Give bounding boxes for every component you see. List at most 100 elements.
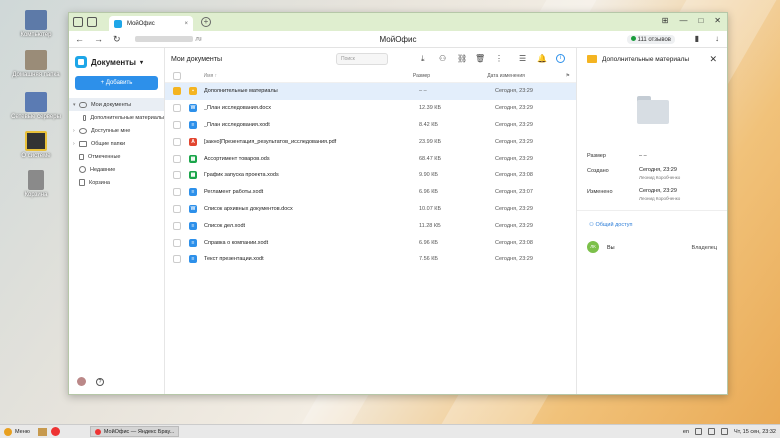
sidebar-item-starred[interactable]: Отмеченные: [69, 150, 164, 163]
desktop-icon-home[interactable]: Домашняя папка: [8, 50, 64, 78]
tab-close-icon[interactable]: ×: [184, 21, 188, 27]
ods-file-icon: ▦: [189, 154, 197, 163]
table-row[interactable]: W Список архивных документов.docx 10.07 КБ…: [165, 201, 576, 218]
panel-title: Дополнительные материалы: [602, 55, 690, 63]
delete-icon[interactable]: 🗑: [475, 54, 485, 63]
table-row[interactable]: ▦ Ассортимент товаров.ods 68.47 КБ Сегодня,…: [165, 150, 576, 167]
files-icon[interactable]: [37, 427, 47, 436]
taskbar-task-browser[interactable]: МойОфис — Яндекс Брау...: [89, 426, 180, 437]
size-label: Размер: [587, 153, 606, 159]
table-row[interactable]: ▪ Дополнительные материалы – – Сегодня, 23:…: [165, 83, 576, 100]
info-icon[interactable]: i: [556, 54, 565, 63]
minimize-button[interactable]: —: [679, 16, 687, 25]
clock-icon: [79, 166, 86, 173]
desktop-icon-about[interactable]: О системе: [8, 131, 64, 159]
share-users-icon[interactable]: ⚇: [439, 54, 446, 63]
reviews-badge[interactable]: 111 отзывов: [626, 35, 675, 44]
notifications-icon[interactable]: 🔔: [537, 54, 547, 63]
more-icon[interactable]: ⋮: [495, 54, 503, 63]
row-checkbox[interactable]: [173, 154, 181, 163]
network-icon[interactable]: [695, 428, 703, 435]
table-row[interactable]: ≡ Текст презентации.xodt 7.56 КБ Сегодня, 2…: [165, 251, 576, 268]
column-date[interactable]: Дата изменения: [487, 73, 565, 79]
docx-file-icon: W: [189, 204, 197, 213]
table-row[interactable]: A [закно]Презентация_результатов_исследов…: [165, 133, 576, 150]
sidebar-item-common-folders[interactable]: › Общие папки: [69, 137, 164, 150]
myoffice-favicon-icon: [114, 19, 122, 28]
bookmark-button[interactable]: ▮: [695, 34, 699, 43]
back-button[interactable]: ←: [75, 34, 84, 44]
app-switcher[interactable]: Документы ▾: [69, 48, 164, 72]
desktop-icon-computer[interactable]: Компьютер: [8, 10, 64, 38]
sidebar-item-extra-materials[interactable]: Дополнительные материалы: [69, 111, 164, 124]
xodt-file-icon: ≡: [189, 238, 197, 247]
row-checkbox[interactable]: [173, 238, 181, 247]
list-view-icon[interactable]: ☰: [519, 54, 526, 63]
row-checkbox[interactable]: [173, 137, 181, 146]
keyboard-layout[interactable]: en: [683, 429, 689, 435]
column-size[interactable]: Размер: [413, 73, 487, 79]
file-name: Список архивных документов.docx: [204, 205, 293, 212]
table-row[interactable]: W _План исследования.docx 12.39 КБ Сегодня,…: [165, 100, 576, 117]
reload-button[interactable]: ↻: [113, 34, 121, 45]
pin-icon[interactable]: ⊞: [662, 16, 669, 25]
maximize-button[interactable]: □: [698, 16, 703, 25]
row-checkbox[interactable]: [173, 221, 181, 230]
column-name[interactable]: Имя ↑: [204, 73, 413, 79]
folder-preview-icon: [637, 96, 669, 124]
volume-icon[interactable]: [708, 428, 716, 435]
close-panel-button[interactable]: ✕: [709, 54, 717, 65]
sidebar-item-my-documents[interactable]: ▾ Мои документы: [69, 98, 164, 111]
help-icon[interactable]: ?: [96, 377, 104, 386]
desktop-icon-label: Корзина: [24, 192, 48, 198]
table-row[interactable]: ≡ Справка о компании.xodt 6.96 КБ Сегодня, …: [165, 234, 576, 251]
download-button[interactable]: ↓: [715, 34, 719, 43]
close-window-button[interactable]: ✕: [714, 16, 721, 25]
battery-icon[interactable]: [721, 428, 729, 435]
row-checkbox[interactable]: [173, 171, 181, 180]
table-row[interactable]: ≡ _План исследования.xodt 8.42 КБ Сегодня, …: [165, 117, 576, 134]
add-button[interactable]: + Добавить: [75, 76, 158, 90]
browser-task-icon: [94, 428, 101, 435]
start-menu-button[interactable]: Меню: [0, 426, 34, 438]
url-field[interactable]: .ru: [134, 35, 202, 42]
browser-tab[interactable]: МойОфис ×: [109, 16, 193, 31]
flag-column-icon[interactable]: ⚑: [566, 73, 570, 79]
table-row[interactable]: ▦ График запуска проекта.xods 9.90 КБ Сегод…: [165, 167, 576, 184]
sidebar-item-recent[interactable]: Недавние: [69, 163, 164, 176]
table-header: Имя ↑ Размер Дата изменения ⚑: [165, 70, 576, 83]
desktop-icon-trash[interactable]: Корзина: [8, 170, 64, 198]
clock[interactable]: Чт, 15 сен, 23:32: [734, 429, 776, 435]
tab-manager-icon[interactable]: [73, 17, 83, 27]
row-checkbox[interactable]: [173, 104, 181, 113]
reviews-text: 111 отзывов: [637, 37, 671, 43]
sidebar-item-shared-with-me[interactable]: › Доступные мне: [69, 124, 164, 137]
table-row[interactable]: ≡ Список дел.xodt 11.28 КБ Сегодня, 23:29: [165, 217, 576, 234]
row-checkbox[interactable]: [173, 255, 181, 264]
table-row[interactable]: ≡ Регламент работы.xodt 6.96 КБ Сегодня, 23…: [165, 184, 576, 201]
link-icon[interactable]: ⛓: [457, 54, 467, 63]
row-checkbox[interactable]: [173, 120, 181, 129]
desktop-icon-label: Сетевые серверы: [11, 114, 61, 120]
download-icon[interactable]: ⤓: [421, 54, 425, 64]
file-date: Сегодня, 23:29: [495, 155, 533, 162]
desktop-icon-label: О системе: [21, 153, 51, 159]
search-input[interactable]: Поиск: [336, 53, 388, 65]
select-all-checkbox[interactable]: [173, 72, 181, 80]
pdf-file-icon: A: [189, 137, 197, 146]
row-checkbox[interactable]: [173, 87, 181, 96]
file-size: 68.47 КБ: [419, 155, 442, 162]
browser-icon[interactable]: [50, 427, 60, 436]
file-name: Дополнительные материалы: [204, 88, 278, 95]
avatar[interactable]: [77, 377, 86, 386]
file-date: Сегодня, 23:07: [495, 189, 533, 196]
file-name: Текст презентации.xodt: [204, 256, 264, 263]
share-header[interactable]: ⚇ Общий доступ: [589, 222, 632, 228]
row-checkbox[interactable]: [173, 204, 181, 213]
new-tab-button[interactable]: +: [201, 17, 211, 27]
desktop-icon-network[interactable]: Сетевые серверы: [8, 92, 64, 120]
folder-tab-icon[interactable]: [87, 17, 97, 27]
forward-button[interactable]: →: [94, 34, 103, 44]
sidebar-item-trash[interactable]: Корзина: [69, 176, 164, 189]
row-checkbox[interactable]: [173, 188, 181, 197]
